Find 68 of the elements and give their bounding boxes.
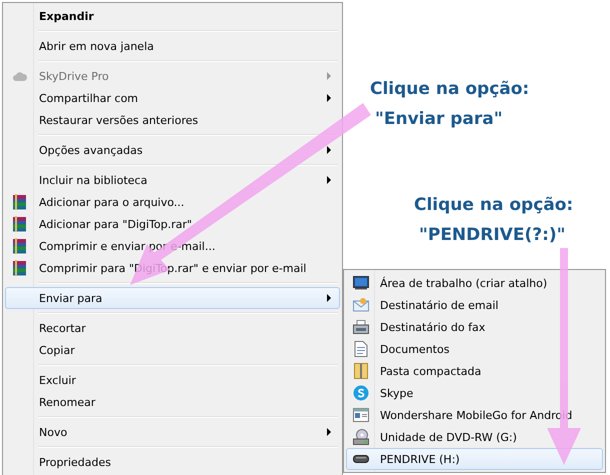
fax-icon xyxy=(353,320,369,334)
menu-item[interactable]: Documentos xyxy=(346,338,603,360)
menu-item-label: Pasta compactada xyxy=(379,364,482,378)
menu-item-label: Destinatário de email xyxy=(379,298,500,312)
menu-item[interactable]: Destinatário de email xyxy=(346,294,603,316)
menu-item-label: Enviar para xyxy=(38,292,104,304)
menu-item-label: Restaurar versões anteriores xyxy=(38,114,200,126)
menu-item[interactable]: Enviar para xyxy=(5,287,340,309)
menu-item-label: Renomear xyxy=(38,396,96,408)
menu-item[interactable]: Adicionar para "DigiTop.rar" xyxy=(5,213,340,235)
menu-item-label: Copiar xyxy=(38,344,76,356)
menu-item-label: Skype xyxy=(379,386,414,400)
menu-item-label: Adicionar para "DigiTop.rar" xyxy=(38,218,193,230)
menu-item[interactable]: Comprimir e enviar por e-mail... xyxy=(5,235,340,257)
cloud-icon xyxy=(13,72,27,80)
menu-item[interactable]: Excluir xyxy=(5,369,340,391)
menu-item[interactable]: Recortar xyxy=(5,317,340,339)
menu-item[interactable]: Expandir xyxy=(5,5,340,27)
drive-icon xyxy=(353,455,369,463)
monitor-icon xyxy=(353,276,369,290)
menu-item[interactable]: Pasta compactada xyxy=(346,360,603,382)
menu-item[interactable]: Wondershare MobileGo for Android xyxy=(346,404,603,426)
menu-item-label: SkyDrive Pro xyxy=(38,70,110,82)
menu-item-label: Compartilhar com xyxy=(38,92,140,104)
menu-item-label: Comprimir e enviar por e-mail... xyxy=(38,240,216,252)
menu-item[interactable]: Adicionar para o arquivo... xyxy=(5,191,340,213)
menu-item-label: Expandir xyxy=(38,10,95,22)
menu-item-label: Excluir xyxy=(38,374,77,386)
books-icon xyxy=(12,216,28,232)
menu-item-label: Adicionar para o arquivo... xyxy=(38,196,186,208)
menu-item[interactable]: Unidade de DVD-RW (G:) xyxy=(346,426,603,448)
menu-item-label: Incluir na biblioteca xyxy=(38,174,148,186)
menu-item-label: Área de trabalho (criar atalho) xyxy=(379,276,548,290)
callout-text: Clique na opção: xyxy=(414,194,574,217)
menu-item-label: Destinatário do fax xyxy=(379,320,486,334)
menu-item-label: Wondershare MobileGo for Android xyxy=(379,408,574,422)
envelope-icon xyxy=(353,298,369,312)
menu-item-label: Documentos xyxy=(379,342,450,356)
disc-drive-icon xyxy=(353,429,369,445)
menu-item-label: Unidade de DVD-RW (G:) xyxy=(379,430,518,444)
menu-item[interactable]: Destinatário do fax xyxy=(346,316,603,338)
callout-text: "PENDRIVE(?:)" xyxy=(418,224,567,247)
menu-item-label: Propriedades xyxy=(38,456,112,468)
books-icon xyxy=(12,194,28,210)
menu-item[interactable]: Incluir na biblioteca xyxy=(5,169,340,191)
menu-item-label: Abrir em nova janela xyxy=(38,40,155,52)
menu-item-label: Novo xyxy=(38,426,68,438)
menu-item-label: PENDRIVE (H:) xyxy=(379,452,461,466)
menu-item[interactable]: Skype xyxy=(346,382,603,404)
menu-item[interactable]: Área de trabalho (criar atalho) xyxy=(346,272,603,294)
callout-text: Clique na opção: xyxy=(370,78,530,101)
menu-item[interactable]: PENDRIVE (H:) xyxy=(346,448,603,470)
menu-item[interactable]: Propriedades xyxy=(5,451,340,473)
menu-item[interactable]: Compartilhar com xyxy=(5,87,340,109)
books-icon xyxy=(12,260,28,276)
books-icon xyxy=(12,238,28,254)
window-icon xyxy=(353,408,369,422)
document-icon xyxy=(354,341,368,357)
zipped-folder-icon xyxy=(354,363,368,379)
callout-text: "Enviar para" xyxy=(374,108,504,131)
menu-item[interactable]: Abrir em nova janela xyxy=(5,35,340,57)
menu-item-label: Opções avançadas xyxy=(38,144,144,156)
menu-item-label: Recortar xyxy=(38,322,87,334)
menu-item[interactable]: Restaurar versões anteriores xyxy=(5,109,340,131)
menu-item[interactable]: Renomear xyxy=(5,391,340,413)
menu-item[interactable]: Novo xyxy=(5,421,340,443)
menu-item[interactable]: Copiar xyxy=(5,339,340,361)
skype-icon xyxy=(353,385,369,401)
